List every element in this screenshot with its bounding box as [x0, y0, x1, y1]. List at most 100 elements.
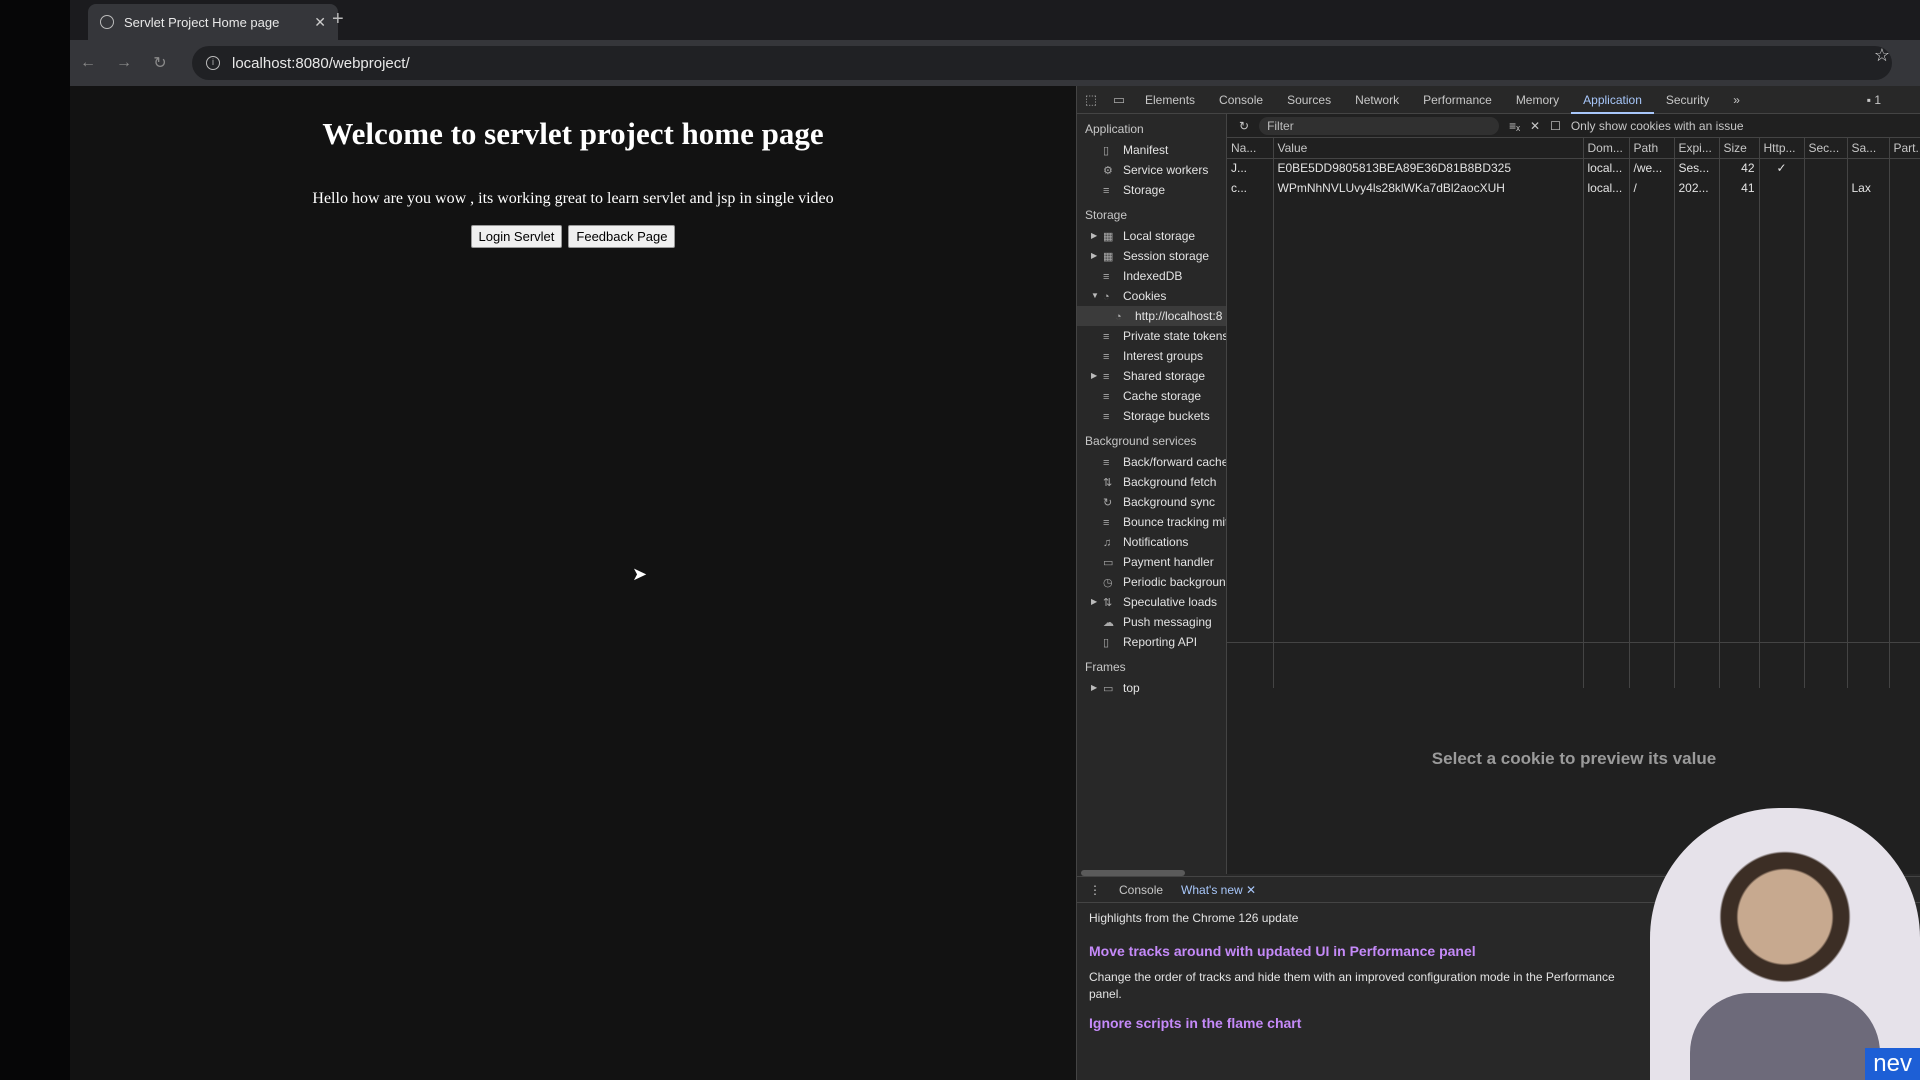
sidebar-item-periodic-sync[interactable]: ◷Periodic background sync	[1077, 572, 1226, 592]
sidebar-item-session-storage[interactable]: ▶ ▦ Session storage	[1077, 246, 1226, 266]
section-frames: Frames	[1085, 660, 1126, 674]
sidebar-item-payment-handler[interactable]: ▭ Payment handler	[1077, 552, 1226, 572]
sidebar-item-service-workers[interactable]: ⚙ Service workers	[1077, 160, 1226, 180]
tab-elements[interactable]: Elements	[1133, 86, 1207, 114]
drawer-menu-icon[interactable]: ⋮	[1089, 883, 1101, 897]
col-expires[interactable]: Expi...	[1674, 138, 1720, 159]
back-icon[interactable]: ←	[70, 54, 106, 72]
sidebar-item-storage-buckets[interactable]: ≡ Storage buckets	[1077, 406, 1226, 426]
database-icon: ≡	[1103, 457, 1110, 469]
database-icon: ≡	[1103, 271, 1110, 283]
cookie-filter-input[interactable]: Filter	[1259, 116, 1500, 135]
close-drawer-tab-icon[interactable]: ✕	[1246, 883, 1256, 897]
mouse-cursor-icon: ➤	[632, 564, 648, 584]
bookmark-star-icon[interactable]: ☆	[1874, 45, 1890, 66]
col-name[interactable]: Na...	[1227, 138, 1274, 159]
browser-toolbar: ← → ↻ i localhost:8080/webproject/ ☆	[70, 40, 1920, 86]
section-application: Application	[1085, 122, 1144, 136]
refresh-icon[interactable]: ↻	[1239, 119, 1249, 133]
sidebar-item-bounce-tracking[interactable]: ≡Bounce tracking mitigations	[1077, 512, 1226, 532]
issues-badge[interactable]: ▪ 1	[1867, 93, 1920, 107]
tab-sources[interactable]: Sources	[1275, 86, 1343, 114]
cookies-view: ↻ Filter ≡ₓ ✕ ☐ Only show cookies with a…	[1227, 114, 1920, 874]
col-size[interactable]: Size	[1719, 138, 1760, 159]
sidebar-item-indexeddb[interactable]: ≡ IndexedDB	[1077, 266, 1226, 286]
cloud-icon: ☁	[1103, 617, 1114, 629]
drawer-tab-console[interactable]: Console	[1119, 883, 1163, 897]
sidebar-item-background-sync[interactable]: ↻ Background sync	[1077, 492, 1226, 512]
database-icon: ≡	[1103, 185, 1110, 197]
table-row[interactable]: J... E0BE5DD9805813BEA89E36D81B8BD325 loca…	[1227, 158, 1920, 178]
tab-security[interactable]: Security	[1654, 86, 1721, 114]
clock-icon: ◷	[1103, 577, 1113, 589]
only-issue-label: Only show cookies with an issue	[1570, 118, 1744, 133]
more-tabs-icon[interactable]: »	[1721, 86, 1752, 114]
address-bar[interactable]: i localhost:8080/webproject/	[192, 46, 1892, 80]
bell-icon: ♫	[1103, 537, 1112, 549]
database-icon: ≡	[1103, 517, 1110, 529]
col-secure[interactable]: Sec...	[1804, 138, 1848, 159]
sidebar-item-cookies[interactable]: ▼ ◔ Cookies	[1077, 286, 1226, 306]
only-issue-checkbox[interactable]: ☐	[1550, 119, 1561, 133]
sidebar-item-bfcache[interactable]: ≡ Back/forward cache	[1077, 452, 1226, 472]
database-icon: ≡	[1103, 391, 1110, 403]
browser-tab[interactable]: Servlet Project Home page ✕	[88, 4, 338, 40]
sidebar-item-background-fetch[interactable]: ⇅ Background fetch	[1077, 472, 1226, 492]
sidebar-item-private-state-tokens[interactable]: ≡ Private state tokens	[1077, 326, 1226, 346]
section-background-services: Background services	[1085, 434, 1197, 448]
page-lead-text: Hello how are you wow , its working grea…	[312, 190, 834, 207]
tab-memory[interactable]: Memory	[1504, 86, 1571, 114]
file-icon: ▯	[1103, 637, 1110, 649]
cookies-toolbar: ↻ Filter ≡ₓ ✕ ☐ Only show cookies with a…	[1227, 114, 1920, 138]
sidebar-item-interest-groups[interactable]: ≡ Interest groups	[1077, 346, 1226, 366]
tab-console[interactable]: Console	[1207, 86, 1275, 114]
login-servlet-button[interactable]: Login Servlet	[470, 225, 563, 248]
issues-count: 1	[1874, 92, 1881, 107]
feedback-page-button[interactable]: Feedback Page	[568, 225, 676, 248]
updown-arrows-icon: ⇅	[1103, 477, 1113, 489]
col-httponly[interactable]: Http...	[1759, 138, 1805, 159]
tab-network[interactable]: Network	[1343, 86, 1411, 114]
new-tab-icon[interactable]: +	[332, 8, 344, 31]
tab-application[interactable]: Application	[1571, 86, 1654, 114]
database-icon: ≡	[1103, 371, 1110, 383]
sidebar-item-notifications[interactable]: ♫ Notifications	[1077, 532, 1226, 552]
col-domain[interactable]: Dom...	[1583, 138, 1630, 159]
globe-icon	[100, 15, 114, 29]
col-partition[interactable]: Part...	[1889, 138, 1920, 159]
frame-icon: ▭	[1103, 683, 1114, 695]
sidebar-item-push-messaging[interactable]: ☁ Push messaging	[1077, 612, 1226, 632]
table-icon: ▦	[1103, 251, 1114, 263]
devtools-tabbar: ⬚ ▭ Elements Console Sources Network Per…	[1077, 86, 1920, 114]
reload-icon[interactable]: ↻	[142, 53, 178, 73]
sidebar-item-local-storage[interactable]: ▶ ▦ Local storage	[1077, 226, 1226, 246]
channel-logo: nev	[1865, 1048, 1920, 1080]
drawer-tab-whats-new[interactable]: What's new ✕	[1181, 883, 1256, 897]
tab-performance[interactable]: Performance	[1411, 86, 1504, 114]
site-info-icon[interactable]: i	[206, 56, 220, 70]
sidebar-item-cookie-origin[interactable]: ◔ http://localhost:8	[1077, 306, 1226, 326]
device-toolbar-icon[interactable]: ▭	[1105, 92, 1133, 108]
sync-icon: ↻	[1103, 497, 1113, 509]
browser-window: Servlet Project Home page ✕ + ← → ↻ i lo…	[70, 0, 1920, 1080]
sidebar-item-reporting-api[interactable]: ▯ Reporting API	[1077, 632, 1226, 652]
webcam-overlay: nev	[1650, 808, 1920, 1080]
table-row[interactable]: c... WPmNhNVLUvy4ls28klWKa7dBl2aocXUH loca…	[1227, 178, 1920, 198]
close-tab-icon[interactable]: ✕	[314, 14, 326, 31]
col-samesite[interactable]: Sa...	[1847, 138, 1890, 159]
sidebar-item-manifest[interactable]: ▯ Manifest	[1077, 140, 1226, 160]
col-value[interactable]: Value	[1273, 138, 1584, 159]
sidebar-item-frame-top[interactable]: ▶ ▭ top	[1077, 678, 1226, 698]
sidebar-item-speculative-loads[interactable]: ▶ ⇅ Speculative loads	[1077, 592, 1226, 612]
cookies-table: Na... Value Dom... Path Expi... Size Htt…	[1227, 138, 1920, 688]
forward-icon[interactable]: →	[106, 54, 142, 72]
inspect-element-icon[interactable]: ⬚	[1077, 92, 1105, 108]
sidebar-item-cache-storage[interactable]: ≡ Cache storage	[1077, 386, 1226, 406]
col-path[interactable]: Path	[1629, 138, 1675, 159]
sidebar-item-shared-storage[interactable]: ▶ ≡ Shared storage	[1077, 366, 1226, 386]
sidebar-item-storage[interactable]: ≡ Storage	[1077, 180, 1226, 200]
updown-arrows-icon: ⇅	[1103, 597, 1113, 609]
delete-cookie-icon[interactable]: ✕	[1530, 119, 1540, 133]
clear-filtered-icon[interactable]: ≡ₓ	[1509, 119, 1520, 133]
page-heading: Welcome to servlet project home page	[322, 116, 824, 151]
